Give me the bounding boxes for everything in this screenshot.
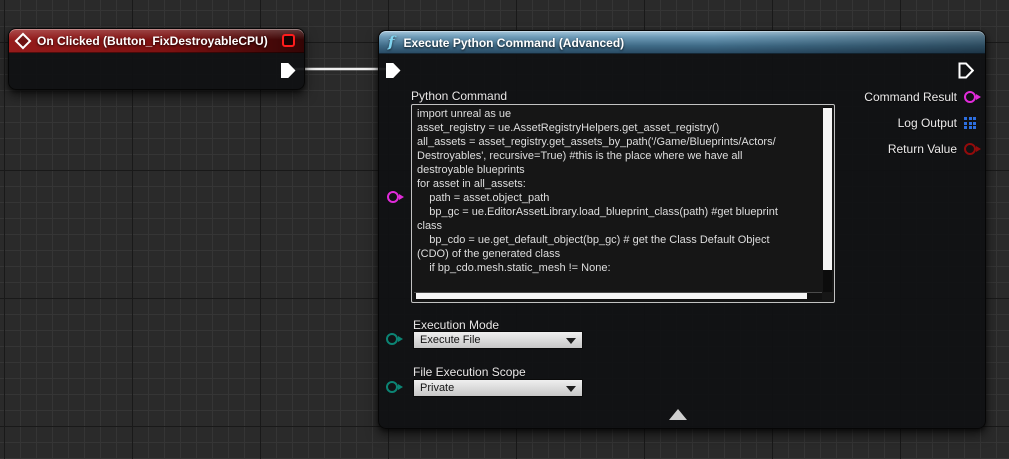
- event-node-header[interactable]: On Clicked (Button_FixDestroyableCPU): [9, 29, 304, 53]
- return-value-pin[interactable]: [964, 143, 976, 155]
- exec-output-pin[interactable]: [958, 62, 974, 79]
- code-line: Destroyables', recursive=True) #this is …: [417, 149, 820, 163]
- event-node-title: On Clicked (Button_FixDestroyableCPU): [37, 34, 268, 48]
- collapse-node-arrow[interactable]: [669, 409, 687, 420]
- vertical-scrollbar-thumb[interactable]: [823, 108, 832, 270]
- function-node-header[interactable]: f Execute Python Command (Advanced): [379, 31, 985, 54]
- execution-mode-label: Execution Mode: [413, 318, 499, 332]
- command-result-pin[interactable]: [964, 91, 976, 103]
- file-execution-scope-label: File Execution Scope: [413, 365, 526, 379]
- execution-mode-value: Execute File: [420, 334, 481, 346]
- code-line: bp_gc = ue.EditorAssetLibrary.load_bluep…: [417, 205, 820, 219]
- chevron-down-icon: [566, 338, 576, 344]
- code-line: if bp_cdo.mesh.static_mesh != None:: [417, 261, 820, 275]
- return-value-label: Return Value: [888, 142, 957, 156]
- code-line: for asset in all_assets:: [417, 177, 820, 191]
- file-execution-scope-value: Private: [420, 382, 454, 394]
- python-command-pin[interactable]: [387, 191, 399, 203]
- function-node-title: Execute Python Command (Advanced): [403, 36, 624, 50]
- python-command-textbox[interactable]: import unreal as ue asset_registry = ue.…: [411, 104, 835, 303]
- horizontal-scrollbar-thumb[interactable]: [416, 293, 807, 299]
- blueprint-graph-canvas[interactable]: On Clicked (Button_FixDestroyableCPU) f …: [0, 0, 1009, 459]
- output-row-log-output: Log Output: [898, 114, 976, 132]
- exec-input-pin[interactable]: [385, 62, 401, 79]
- horizontal-scrollbar[interactable]: [414, 292, 822, 300]
- log-output-array-pin[interactable]: [964, 117, 976, 129]
- output-row-return-value: Return Value: [888, 140, 976, 158]
- function-icon: f: [388, 35, 394, 50]
- execution-mode-pin[interactable]: [386, 333, 398, 345]
- execution-mode-dropdown[interactable]: Execute File: [413, 331, 583, 349]
- code-line: (CDO) of the generated class: [417, 247, 820, 261]
- code-line: all_assets = asset_registry.get_assets_b…: [417, 135, 820, 149]
- python-command-label: Python Command: [411, 89, 507, 103]
- code-line: bp_cdo = ue.get_default_object(bp_gc) # …: [417, 233, 820, 247]
- event-node-on-clicked[interactable]: On Clicked (Button_FixDestroyableCPU): [8, 28, 305, 90]
- log-output-label: Log Output: [898, 116, 957, 130]
- delegate-pin[interactable]: [282, 34, 295, 47]
- code-line: import unreal as ue: [417, 107, 820, 121]
- vertical-scrollbar[interactable]: [823, 107, 832, 292]
- code-line: class: [417, 219, 820, 233]
- chevron-down-icon: [566, 386, 576, 392]
- function-node-execute-python[interactable]: f Execute Python Command (Advanced) Comm…: [378, 30, 986, 429]
- code-line: asset_registry = ue.AssetRegistryHelpers…: [417, 121, 820, 135]
- file-execution-scope-dropdown[interactable]: Private: [413, 379, 583, 397]
- exec-output-pin[interactable]: [280, 62, 296, 79]
- event-icon: [15, 33, 32, 50]
- file-execution-scope-pin[interactable]: [386, 381, 398, 393]
- command-result-label: Command Result: [864, 90, 957, 104]
- code-line: destroyable blueprints: [417, 163, 820, 177]
- output-row-command-result: Command Result: [864, 88, 976, 106]
- code-line: path = asset.object_path: [417, 191, 820, 205]
- python-code[interactable]: import unreal as ue asset_registry = ue.…: [417, 107, 820, 290]
